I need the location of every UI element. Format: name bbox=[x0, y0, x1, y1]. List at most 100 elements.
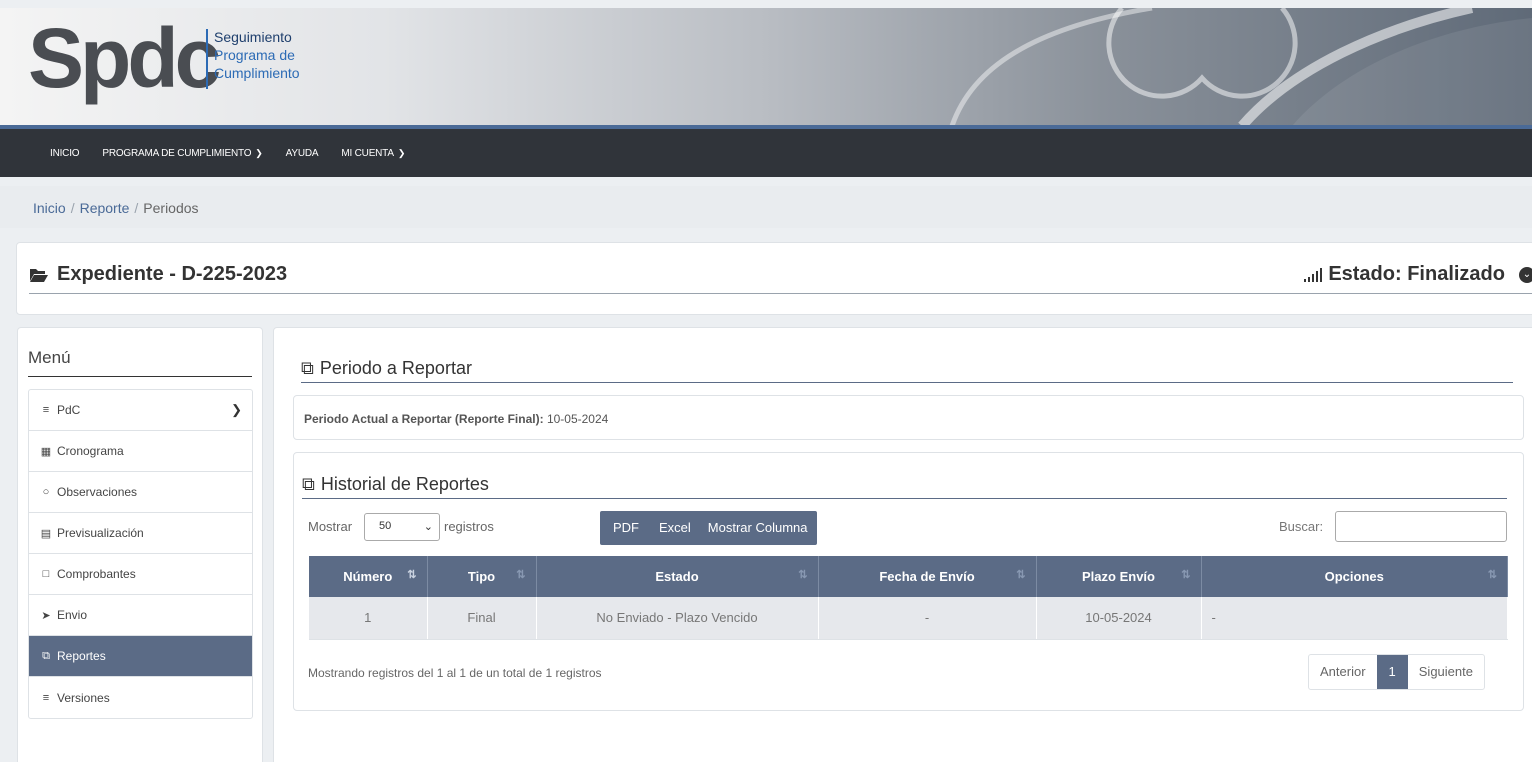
expediente-panel: Expediente - D-225-2023 Estado: Finaliza… bbox=[16, 242, 1532, 315]
nav-item-ayuda[interactable]: AYUDA bbox=[286, 148, 319, 159]
nav-item-label: PROGRAMA DE CUMPLIMIENTO bbox=[102, 147, 252, 159]
chevron-down-icon: ⌄ bbox=[423, 521, 433, 533]
breadcrumb-separator: / bbox=[134, 200, 139, 216]
pdf-button[interactable]: PDF bbox=[600, 511, 651, 545]
cell-tipo: Final bbox=[427, 597, 537, 640]
pagination-prev[interactable]: Anterior bbox=[1309, 655, 1377, 689]
nav-item-inicio[interactable]: INICIO bbox=[50, 147, 80, 159]
chevron-down-icon: ❯ bbox=[255, 147, 263, 158]
nav-item-mi-cuenta[interactable]: MI CUENTA ❯ bbox=[341, 148, 405, 159]
expediente-title: Expediente - D-225-2023 bbox=[29, 263, 287, 286]
sidebar-item-pdc[interactable]: ≡ PdC ❯ bbox=[29, 390, 252, 431]
column-header-numero[interactable]: Número ⇅ bbox=[309, 556, 428, 597]
comment-icon: ○ bbox=[42, 486, 50, 498]
excel-button[interactable]: Excel bbox=[651, 511, 700, 545]
sidebar-item-observaciones[interactable]: ○ Observaciones bbox=[29, 472, 252, 513]
estado-status: Estado: Finalizado bbox=[1304, 263, 1505, 286]
copy-icon: ⧉ bbox=[42, 649, 50, 662]
column-header-label: Fecha de Envío bbox=[879, 569, 975, 584]
periodo-section-title-text: Periodo a Reportar bbox=[319, 358, 472, 378]
sidebar-item-previsualizacion[interactable]: ▤ Previsualización bbox=[29, 513, 252, 554]
pagination: Anterior 1 Siguiente bbox=[1308, 654, 1485, 690]
collapse-toggle-icon[interactable]: ⌄ bbox=[1519, 267, 1532, 283]
column-header-label: Opciones bbox=[1324, 569, 1384, 584]
sidebar-item-label: Cronograma bbox=[57, 444, 124, 458]
column-header-label: Tipo bbox=[467, 569, 496, 584]
column-header-label: Plazo Envío bbox=[1082, 569, 1155, 584]
cell-fecha-envio: - bbox=[818, 597, 1037, 640]
breadcrumb-inicio[interactable]: Inicio bbox=[33, 200, 66, 216]
list-ol-icon: ≡ bbox=[42, 691, 50, 704]
chevron-down-icon: ❯ bbox=[397, 147, 406, 158]
sort-icon: ⇅ bbox=[1487, 569, 1497, 581]
historial-section-divider bbox=[302, 498, 1507, 499]
folder-open-icon bbox=[30, 268, 48, 282]
logo-line-3: Cumplimiento bbox=[214, 65, 300, 81]
periodo-info: Periodo Actual a Reportar (Reporte Final… bbox=[304, 412, 608, 426]
sidebar-item-label: Versiones bbox=[57, 690, 110, 705]
breadcrumb: Inicio / Reporte / Periodos bbox=[0, 186, 1532, 228]
sidebar-item-label: Previsualización bbox=[57, 526, 144, 540]
nav-item-label: MI CUENTA bbox=[341, 147, 394, 159]
main-content: ⧉ Periodo a Reportar Periodo Actual a Re… bbox=[273, 327, 1532, 762]
cell-numero: 1 bbox=[309, 597, 428, 640]
table-info: Mostrando registros del 1 al 1 de un tot… bbox=[308, 666, 602, 680]
periodo-section-title: ⧉ Periodo a Reportar bbox=[301, 358, 472, 379]
sidebar-title: Menú bbox=[28, 348, 71, 367]
top-navbar: INICIO PROGRAMA DE CUMPLIMIENTO ❯ AYUDA M… bbox=[0, 129, 1532, 177]
periodo-box: Periodo Actual a Reportar (Reporte Final… bbox=[293, 395, 1524, 440]
sort-icon: ⇅ bbox=[798, 569, 808, 581]
breadcrumb-reporte[interactable]: Reporte bbox=[80, 200, 130, 216]
sort-icon: ⇅ bbox=[516, 569, 526, 581]
calendar-icon: ▦ bbox=[40, 445, 52, 458]
banner-decoration bbox=[949, 8, 1532, 126]
expediente-title-text: Expediente - D-225-2023 bbox=[57, 263, 288, 285]
breadcrumb-separator: / bbox=[70, 200, 75, 216]
column-header-opciones[interactable]: Opciones ⇅ bbox=[1201, 556, 1508, 597]
page-length-select[interactable]: 50 ⌄ bbox=[364, 513, 440, 541]
sidebar-item-label: Comprobantes bbox=[57, 567, 136, 581]
column-header-label: Estado bbox=[655, 569, 699, 584]
nav-item-label: INICIO bbox=[50, 147, 80, 159]
cell-estado: No Enviado - Plazo Vencido bbox=[536, 597, 819, 640]
expediente-divider bbox=[29, 293, 1532, 294]
sidebar-item-label: PdC bbox=[57, 403, 81, 417]
logo-line-1: Seguimiento bbox=[214, 29, 292, 45]
nav-item-programa[interactable]: PROGRAMA DE CUMPLIMIENTO ❯ bbox=[102, 148, 262, 159]
sidebar-panel: Menú ≡ PdC ❯ ▦ Cronograma ○ Observaciones ▤ P… bbox=[17, 327, 263, 762]
sidebar-item-label: Envio bbox=[57, 608, 88, 622]
nav-item-label: AYUDA bbox=[285, 147, 319, 159]
sidebar-item-comprobantes[interactable]: □ Comprobantes bbox=[29, 554, 252, 595]
logo-subtitle: Seguimiento Programa de Cumplimiento bbox=[214, 28, 300, 82]
periodo-section-divider bbox=[301, 382, 1513, 383]
pagination-page-1[interactable]: 1 bbox=[1376, 655, 1408, 689]
column-header-fecha-envio[interactable]: Fecha de Envío ⇅ bbox=[818, 556, 1037, 597]
column-header-plazo-envio[interactable]: Plazo Envío ⇅ bbox=[1036, 556, 1202, 597]
chevron-down-icon: ❯ bbox=[231, 402, 242, 417]
search-label: Buscar: bbox=[1279, 519, 1324, 534]
column-header-estado[interactable]: Estado ⇅ bbox=[536, 556, 819, 597]
column-header-tipo[interactable]: Tipo ⇅ bbox=[427, 556, 537, 597]
sort-asc-icon: ⇅ bbox=[407, 569, 417, 581]
table-header-row: Número ⇅ Tipo ⇅ Estado ⇅ Fecha de Envío ⇅ Pl… bbox=[309, 556, 1508, 597]
pagination-next[interactable]: Siguiente bbox=[1408, 655, 1484, 689]
copy-icon: ⧉ bbox=[302, 474, 315, 494]
logo-divider bbox=[206, 29, 208, 89]
table-row: 1 Final No Enviado - Plazo Vencido - 10-… bbox=[309, 597, 1508, 640]
sidebar-item-versiones[interactable]: ≡ Versiones bbox=[29, 677, 252, 718]
sidebar-item-envio[interactable]: ➤ Envio bbox=[29, 595, 252, 636]
sidebar-item-reportes[interactable]: ⧉ Reportes bbox=[29, 636, 252, 677]
logo-wordmark[interactable]: Spdc bbox=[28, 16, 221, 100]
preview-icon: ▤ bbox=[40, 527, 52, 540]
breadcrumb-periodos: Periodos bbox=[143, 200, 199, 216]
estado-text: Estado: Finalizado bbox=[1328, 263, 1505, 285]
historial-section-title-text: Historial de Reportes bbox=[320, 474, 489, 494]
header-banner: Spdc Seguimiento Programa de Cumplimient… bbox=[0, 8, 1532, 126]
sort-icon: ⇅ bbox=[1016, 569, 1026, 581]
logo-line-2: Programa de bbox=[214, 47, 295, 63]
sidebar-item-cronograma[interactable]: ▦ Cronograma bbox=[29, 431, 252, 472]
receipt-icon: □ bbox=[42, 568, 50, 580]
sidebar-divider bbox=[28, 376, 252, 377]
show-columns-button[interactable]: Mostrar Columna bbox=[699, 511, 817, 545]
search-input[interactable] bbox=[1335, 511, 1507, 542]
